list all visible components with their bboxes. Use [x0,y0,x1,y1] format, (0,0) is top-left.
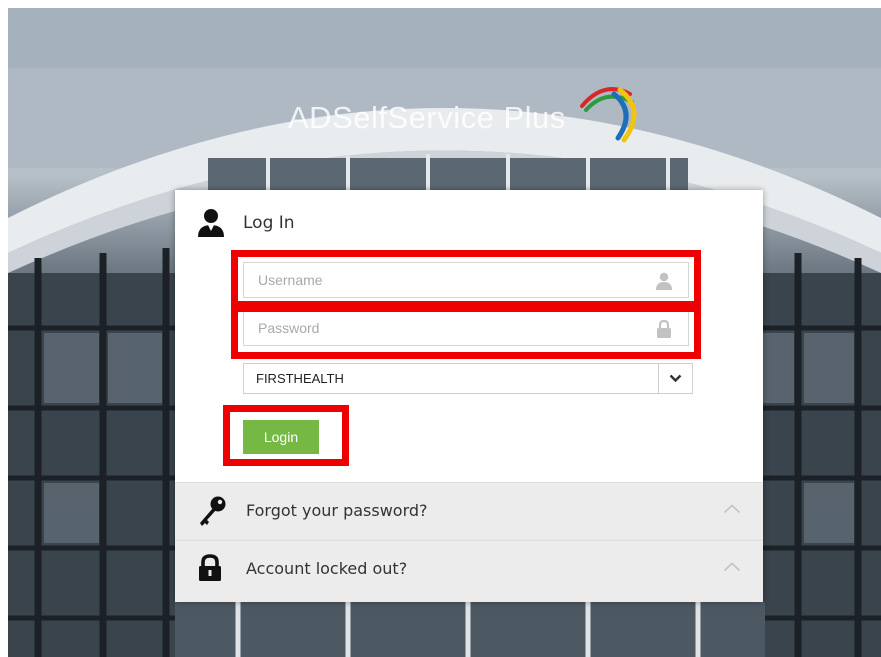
accordion-forgot-password[interactable]: Forgot your password? [175,482,763,540]
chevron-up-icon [723,562,741,572]
chevron-up-icon [723,504,741,514]
key-icon [200,496,226,526]
highlight-box-login [223,405,349,466]
domain-select-value: FIRSTHEALTH [256,371,344,386]
login-title: Log In [243,213,295,233]
forgot-password-label: Forgot your password? [246,501,428,520]
accordion-account-locked[interactable]: Account locked out? [175,540,763,602]
brand-name: ADSelfService Plus [288,100,566,135]
domain-select-arrow[interactable] [658,364,692,393]
brand-logo-icon [580,87,637,143]
highlight-box-username [231,250,701,308]
chevron-down-icon [669,374,682,383]
lock-icon [199,554,221,581]
domain-select[interactable]: FIRSTHEALTH [243,363,693,394]
highlight-box-password [231,305,701,359]
account-locked-label: Account locked out? [246,559,408,578]
login-header: Log In [197,208,295,238]
user-icon [198,209,224,237]
